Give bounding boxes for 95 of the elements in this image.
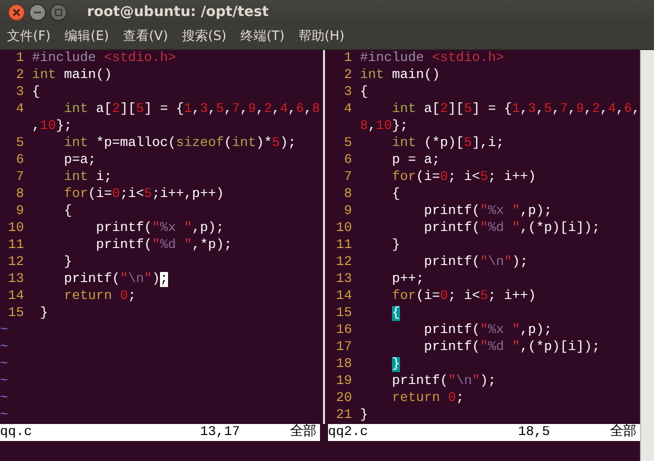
code-line: { — [390, 186, 400, 203]
code-line: for(i=0; i<5; i++) — [390, 288, 536, 305]
line-number: 9 — [343, 203, 353, 220]
line-number: 9 — [15, 203, 25, 220]
code-line: int a[2][5] = {1,3,5,7,9,2,4,6,8 — [62, 101, 320, 118]
cursor-position: 13,17 — [200, 424, 241, 441]
file-name: qq2.c — [328, 424, 369, 441]
code-line: for(i=0;i<5;i++,p++) — [62, 186, 224, 203]
code-line: p = a; — [390, 152, 440, 169]
code-line: printf("%x ",p); — [94, 220, 224, 237]
code-line: printf("%d ",*p); — [94, 237, 232, 254]
empty-line-marker: ~ — [0, 373, 8, 390]
code-line: #include <stdio.h> — [360, 50, 504, 67]
code-line: int i; — [62, 169, 112, 186]
line-number: 11 — [335, 237, 353, 254]
line-number: 6 — [343, 152, 353, 169]
line-number: 1 — [343, 50, 353, 67]
menu-item[interactable]: 帮助(H) — [292, 27, 352, 47]
line-number: 2 — [343, 67, 353, 84]
code-line: p=a; — [62, 152, 96, 169]
close-button[interactable] — [8, 4, 25, 21]
scroll-position: 全部 — [290, 424, 317, 441]
line-number: 14 — [335, 288, 353, 305]
line-number: 17 — [335, 339, 353, 356]
line-number: 15 — [7, 305, 25, 322]
code-line: int main() — [360, 67, 440, 84]
code-line: { — [360, 84, 368, 101]
code-line: printf("%x ",p); — [422, 203, 552, 220]
line-number: 13 — [7, 271, 25, 288]
code-line: printf("\n"); — [422, 254, 528, 271]
menu-item[interactable]: 文件(F) — [0, 27, 58, 47]
code-line: return 0; — [390, 390, 464, 407]
line-number: 7 — [343, 169, 353, 186]
code-line: p++; — [390, 271, 424, 288]
line-number: 8 — [15, 186, 25, 203]
line-number: 10 — [7, 220, 25, 237]
line-number: 2 — [15, 67, 25, 84]
line-number: 3 — [15, 84, 25, 101]
line-number: 15 — [335, 305, 353, 322]
code-line: int main() — [32, 67, 112, 84]
line-number: 5 — [15, 135, 25, 152]
code-line: { — [62, 203, 72, 220]
code-line: for(i=0; i<5; i++) — [390, 169, 536, 186]
code-line: 8,10}; — [360, 118, 408, 135]
line-number: 12 — [7, 254, 25, 271]
line-number: 21 — [335, 407, 353, 424]
empty-line-marker: ~ — [0, 322, 8, 339]
empty-line-marker: ~ — [0, 339, 8, 356]
menu-item[interactable]: 编辑(E) — [58, 27, 116, 47]
file-name: qq.c — [0, 424, 33, 441]
line-number: 16 — [335, 322, 353, 339]
menu-item[interactable]: 查看(V) — [116, 27, 176, 47]
scroll-position: 全部 — [610, 424, 637, 441]
line-number: 13 — [335, 271, 353, 288]
menu-item[interactable]: 终端(T) — [233, 27, 292, 47]
line-number: 11 — [7, 237, 25, 254]
line-number: 20 — [335, 390, 353, 407]
line-number: 19 — [335, 373, 353, 390]
line-number: 14 — [7, 288, 25, 305]
code-line: return 0; — [62, 288, 136, 305]
code-line: } — [38, 305, 48, 322]
code-line: printf("\n"); — [390, 373, 496, 390]
line-number: 6 — [15, 152, 25, 169]
code-line: #include <stdio.h> — [32, 50, 176, 67]
empty-line-marker: ~ — [0, 407, 8, 424]
line-number: 7 — [15, 169, 25, 186]
code-line: ,10}; — [32, 118, 72, 135]
code-line: printf("\n"); — [62, 271, 168, 288]
code-line: } — [390, 237, 400, 254]
line-number: 3 — [343, 84, 353, 101]
code-line: { — [32, 84, 40, 101]
maximize-button[interactable] — [50, 4, 67, 21]
minimize-button[interactable] — [29, 4, 46, 21]
line-number: 4 — [343, 101, 353, 118]
code-line: printf("%x ",p); — [422, 322, 552, 339]
line-number: 1 — [15, 50, 25, 67]
code-line: int (*p)[5],i; — [390, 135, 504, 152]
code-line: printf("%d ",(*p)[i]); — [422, 220, 600, 237]
window-title: root@ubuntu: /opt/test — [87, 3, 269, 22]
line-number: 8 — [343, 186, 353, 203]
line-number: 5 — [343, 135, 353, 152]
line-number: 4 — [15, 101, 25, 118]
line-number: 10 — [335, 220, 353, 237]
cursor-position: 18,5 — [518, 424, 551, 441]
code-line: printf("%d ",(*p)[i]); — [422, 339, 600, 356]
code-line: int a[2][5] = {1,3,5,7,9,2,4,6, — [390, 101, 640, 118]
line-number: 18 — [335, 356, 353, 373]
code-line: } — [62, 254, 72, 271]
line-number: 12 — [335, 254, 353, 271]
code-line: int *p=malloc(sizeof(int)*5); — [62, 135, 296, 152]
empty-line-marker: ~ — [0, 356, 8, 373]
scrollbar[interactable] — [640, 50, 654, 461]
menu-item[interactable]: 搜索(S) — [175, 27, 234, 47]
empty-line-marker: ~ — [0, 390, 8, 407]
code-line: } — [360, 407, 368, 424]
